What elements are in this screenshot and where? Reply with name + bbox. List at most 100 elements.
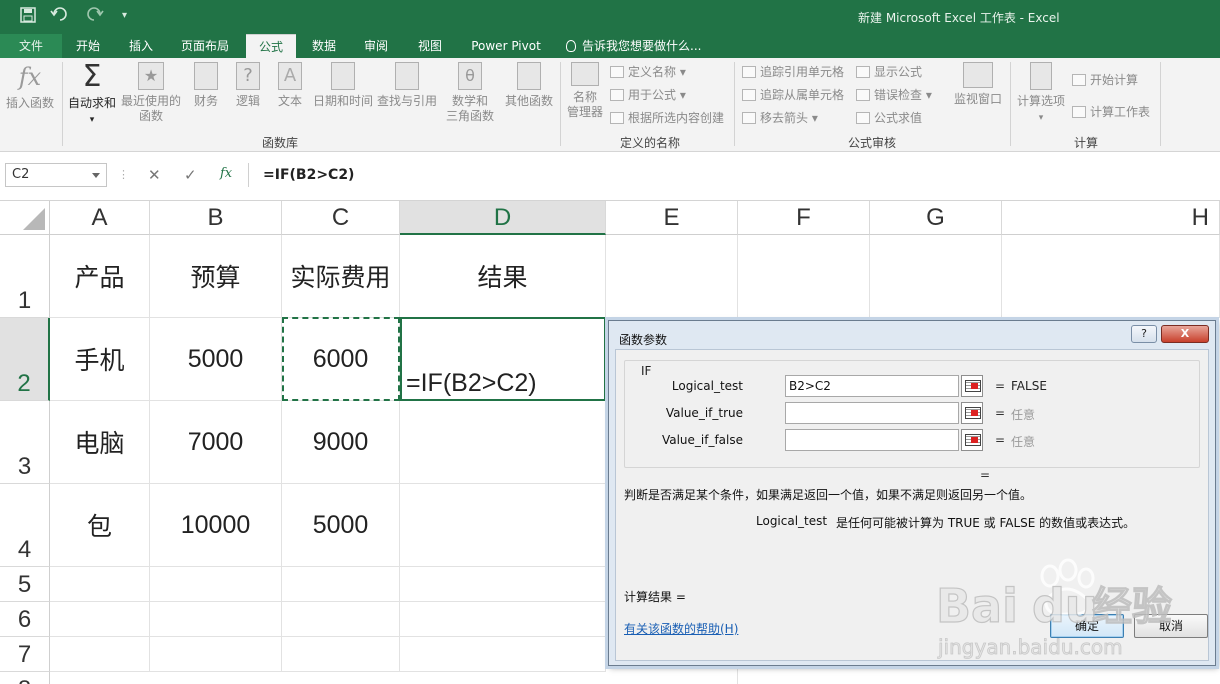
tab-power-pivot[interactable]: Power Pivot bbox=[464, 34, 548, 58]
chevron-down-icon[interactable] bbox=[92, 173, 100, 178]
range-picker-icon[interactable] bbox=[961, 375, 983, 397]
cell-g1[interactable] bbox=[870, 235, 1002, 318]
column-header-f[interactable]: F bbox=[738, 201, 870, 235]
save-icon[interactable] bbox=[20, 7, 36, 27]
row-header-6[interactable]: 6 bbox=[0, 602, 50, 637]
cell-empty[interactable] bbox=[282, 567, 400, 602]
cell-b2[interactable]: 5000 bbox=[150, 318, 282, 401]
logical-test-input[interactable]: B2>C2 bbox=[785, 375, 959, 397]
help-link[interactable]: 有关该函数的帮助(H) bbox=[624, 620, 738, 637]
cell-empty[interactable] bbox=[150, 602, 282, 637]
cell-empty[interactable] bbox=[50, 637, 150, 672]
cell-a1[interactable]: 产品 bbox=[50, 235, 150, 318]
cell-f1[interactable] bbox=[738, 235, 870, 318]
row-header-7[interactable]: 7 bbox=[0, 637, 50, 672]
fx-icon[interactable]: fx bbox=[220, 166, 232, 181]
select-all-corner[interactable] bbox=[0, 201, 50, 235]
error-checking-button[interactable]: 错误检查 ▾ bbox=[856, 85, 932, 105]
cell-c1[interactable]: 实际费用 bbox=[282, 235, 400, 318]
text-button[interactable]: A 文本 bbox=[272, 62, 308, 109]
range-picker-icon[interactable] bbox=[961, 429, 983, 451]
calc-sheet-button[interactable]: 计算工作表 bbox=[1072, 102, 1150, 122]
name-box[interactable]: C2 bbox=[5, 163, 107, 187]
calc-now-button[interactable]: 开始计算 bbox=[1072, 70, 1138, 90]
evaluate-formula-button[interactable]: 公式求值 bbox=[856, 108, 922, 128]
row-header-8[interactable]: 8 bbox=[0, 672, 50, 684]
math-trig-button[interactable]: θ 数学和 三角函数 bbox=[440, 62, 500, 124]
date-time-button[interactable]: 日期和时间 bbox=[310, 62, 376, 109]
help-button[interactable]: ? bbox=[1131, 325, 1157, 343]
show-formulas-button[interactable]: 显示公式 bbox=[856, 62, 922, 82]
tab-insert[interactable]: 插入 bbox=[120, 34, 162, 58]
watch-window-button[interactable]: 监视窗口 bbox=[950, 62, 1006, 107]
cell-d4[interactable] bbox=[400, 484, 606, 567]
cell-empty[interactable] bbox=[400, 637, 606, 672]
tab-data[interactable]: 数据 bbox=[304, 34, 344, 58]
column-header-e[interactable]: E bbox=[606, 201, 738, 235]
tab-file[interactable]: 文件 bbox=[0, 34, 62, 58]
trace-dependents-button[interactable]: 追踪从属单元格 bbox=[742, 85, 844, 105]
cell-a3[interactable]: 电脑 bbox=[50, 401, 150, 484]
value-if-true-input[interactable] bbox=[785, 402, 959, 424]
cell-d2-editing-text[interactable]: =IF(B2>C2) bbox=[406, 369, 537, 398]
cell-empty[interactable] bbox=[150, 637, 282, 672]
column-header-a[interactable]: A bbox=[50, 201, 150, 235]
row-header-5[interactable]: 5 bbox=[0, 567, 50, 602]
row-header-2[interactable]: 2 bbox=[0, 318, 50, 401]
cell-empty[interactable] bbox=[50, 602, 150, 637]
value-if-false-input[interactable] bbox=[785, 429, 959, 451]
autosum-button[interactable]: Σ 自动求和 ▾ bbox=[66, 62, 118, 128]
column-header-d[interactable]: D bbox=[400, 201, 606, 235]
cell-empty[interactable] bbox=[50, 567, 150, 602]
use-in-formula-button[interactable]: 用于公式 ▾ bbox=[610, 85, 686, 105]
recently-used-button[interactable]: ★ 最近使用的 函数 bbox=[120, 62, 182, 124]
insert-function-button[interactable]: fx 插入函数 bbox=[4, 62, 56, 111]
cell-a2[interactable]: 手机 bbox=[50, 318, 150, 401]
column-header-c[interactable]: C bbox=[282, 201, 400, 235]
cell-c3[interactable]: 9000 bbox=[282, 401, 400, 484]
cell-b1[interactable]: 预算 bbox=[150, 235, 282, 318]
cell-d1[interactable]: 结果 bbox=[400, 235, 606, 318]
row-header-4[interactable]: 4 bbox=[0, 484, 50, 567]
financial-button[interactable]: 财务 bbox=[188, 62, 224, 109]
name-manager-button[interactable]: 名称 管理器 bbox=[564, 62, 606, 120]
close-button[interactable]: X bbox=[1161, 325, 1209, 343]
tab-review[interactable]: 审阅 bbox=[356, 34, 396, 58]
cell-e1[interactable] bbox=[606, 235, 738, 318]
cell-b4[interactable]: 10000 bbox=[150, 484, 282, 567]
more-functions-button[interactable]: 其他函数 bbox=[502, 62, 556, 109]
create-from-selection-button[interactable]: 根据所选内容创建 bbox=[610, 108, 724, 128]
trace-precedents-button[interactable]: 追踪引用单元格 bbox=[742, 62, 844, 82]
cell-d3[interactable] bbox=[400, 401, 606, 484]
tab-formulas[interactable]: 公式 bbox=[246, 34, 296, 58]
formula-input[interactable]: =IF(B2>C2) bbox=[248, 163, 1214, 187]
tab-home[interactable]: 开始 bbox=[68, 34, 108, 58]
row-header-3[interactable]: 3 bbox=[0, 401, 50, 484]
customize-qa-icon[interactable]: ▾ bbox=[122, 10, 127, 21]
remove-arrows-button[interactable]: 移去箭头 ▾ bbox=[742, 108, 818, 128]
tab-page-layout[interactable]: 页面布局 bbox=[172, 34, 238, 58]
column-header-b[interactable]: B bbox=[150, 201, 282, 235]
cell-b3[interactable]: 7000 bbox=[150, 401, 282, 484]
column-header-g[interactable]: G bbox=[870, 201, 1002, 235]
lookup-button[interactable]: 查找与引用 bbox=[376, 62, 438, 109]
cell-a4[interactable]: 包 bbox=[50, 484, 150, 567]
undo-icon[interactable] bbox=[50, 7, 68, 27]
enter-check-icon[interactable]: ✓ bbox=[184, 166, 197, 184]
column-header-h[interactable]: H bbox=[1002, 201, 1220, 235]
cell-c4[interactable]: 5000 bbox=[282, 484, 400, 567]
cell-empty[interactable] bbox=[400, 567, 606, 602]
define-name-button[interactable]: 定义名称 ▾ bbox=[610, 62, 686, 82]
cancel-icon[interactable]: ✕ bbox=[148, 166, 161, 184]
tell-me-box[interactable]: 告诉我您想要做什么... bbox=[566, 34, 701, 58]
cell-h1[interactable] bbox=[1002, 235, 1220, 318]
calc-options-button[interactable]: 计算选项 ▾ bbox=[1014, 62, 1068, 126]
cell-empty[interactable] bbox=[400, 602, 606, 637]
logical-button[interactable]: ? 逻辑 bbox=[230, 62, 266, 109]
cell-empty[interactable] bbox=[282, 637, 400, 672]
cell-empty[interactable] bbox=[282, 602, 400, 637]
tab-view[interactable]: 视图 bbox=[410, 34, 450, 58]
cell-empty[interactable] bbox=[150, 567, 282, 602]
row-header-1[interactable]: 1 bbox=[0, 235, 50, 318]
range-picker-icon[interactable] bbox=[961, 402, 983, 424]
